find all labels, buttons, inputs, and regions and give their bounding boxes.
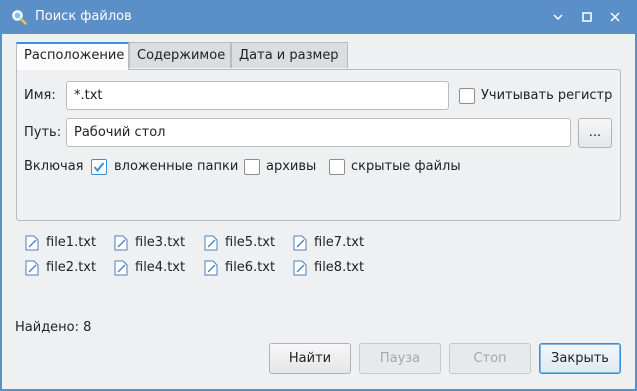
text-file-icon — [204, 260, 218, 276]
file-name: file3.txt — [135, 235, 186, 250]
tab-location[interactable]: Расположение — [16, 42, 129, 70]
file-name: file6.txt — [225, 260, 276, 275]
search-icon — [12, 10, 27, 25]
text-file-icon — [114, 235, 128, 251]
file-name: file1.txt — [46, 235, 97, 250]
location-panel: Имя: *.txt Учитывать регистр Путь: Рабоч… — [16, 69, 621, 221]
archives-checkbox[interactable] — [244, 159, 260, 175]
file-name: file4.txt — [135, 260, 186, 275]
minimize-icon[interactable] — [549, 8, 567, 26]
path-input[interactable]: Рабочий стол — [66, 118, 571, 147]
text-file-icon — [114, 260, 128, 276]
tab-content[interactable]: Содержимое — [129, 42, 231, 68]
name-label: Имя: — [24, 88, 56, 103]
text-file-icon — [293, 235, 307, 251]
file-name: file7.txt — [314, 235, 365, 250]
tab-date-size[interactable]: Дата и размер — [231, 42, 348, 68]
browse-button[interactable]: ... — [578, 118, 612, 148]
file-name: file5.txt — [225, 235, 276, 250]
file-name: file8.txt — [314, 260, 365, 275]
stop-button[interactable]: Стоп — [449, 343, 531, 374]
hidden-files-checkbox[interactable] — [329, 159, 345, 175]
text-file-icon — [204, 235, 218, 251]
dialog-body: Расположение Содержимое Дата и размер Им… — [2, 34, 635, 389]
case-sensitive-label[interactable]: Учитывать регистр — [481, 87, 612, 105]
subfolders-checkbox[interactable] — [91, 159, 107, 175]
close-icon[interactable] — [606, 8, 624, 26]
path-label: Путь: — [24, 125, 62, 140]
pause-button[interactable]: Пауза — [359, 343, 441, 374]
find-files-window: Поиск файлов Расположение Содержимое Дат… — [0, 0, 637, 391]
case-sensitive-checkbox[interactable] — [459, 88, 475, 104]
subfolders-label[interactable]: вложенные папки — [114, 158, 238, 176]
text-file-icon — [293, 260, 307, 276]
file-name: file2.txt — [46, 260, 97, 275]
close-button[interactable]: Закрыть — [539, 343, 621, 374]
window-title: Поиск файлов — [35, 9, 132, 24]
name-input[interactable]: *.txt — [66, 81, 449, 110]
tab-content-label: Содержимое — [137, 48, 226, 63]
maximize-icon[interactable] — [578, 8, 596, 26]
checkmark-icon — [93, 162, 105, 173]
title-bar[interactable]: Поиск файлов — [0, 0, 637, 34]
find-button[interactable]: Найти — [269, 343, 351, 374]
text-file-icon — [25, 235, 39, 251]
archives-label[interactable]: архивы — [266, 158, 316, 176]
hidden-files-label[interactable]: скрытые файлы — [351, 158, 461, 176]
include-label: Включая — [24, 159, 84, 174]
tab-date-size-label: Дата и размер — [239, 48, 339, 63]
text-file-icon — [25, 260, 39, 276]
found-count: Найдено: 8 — [15, 320, 92, 335]
tab-location-label: Расположение — [24, 48, 125, 63]
